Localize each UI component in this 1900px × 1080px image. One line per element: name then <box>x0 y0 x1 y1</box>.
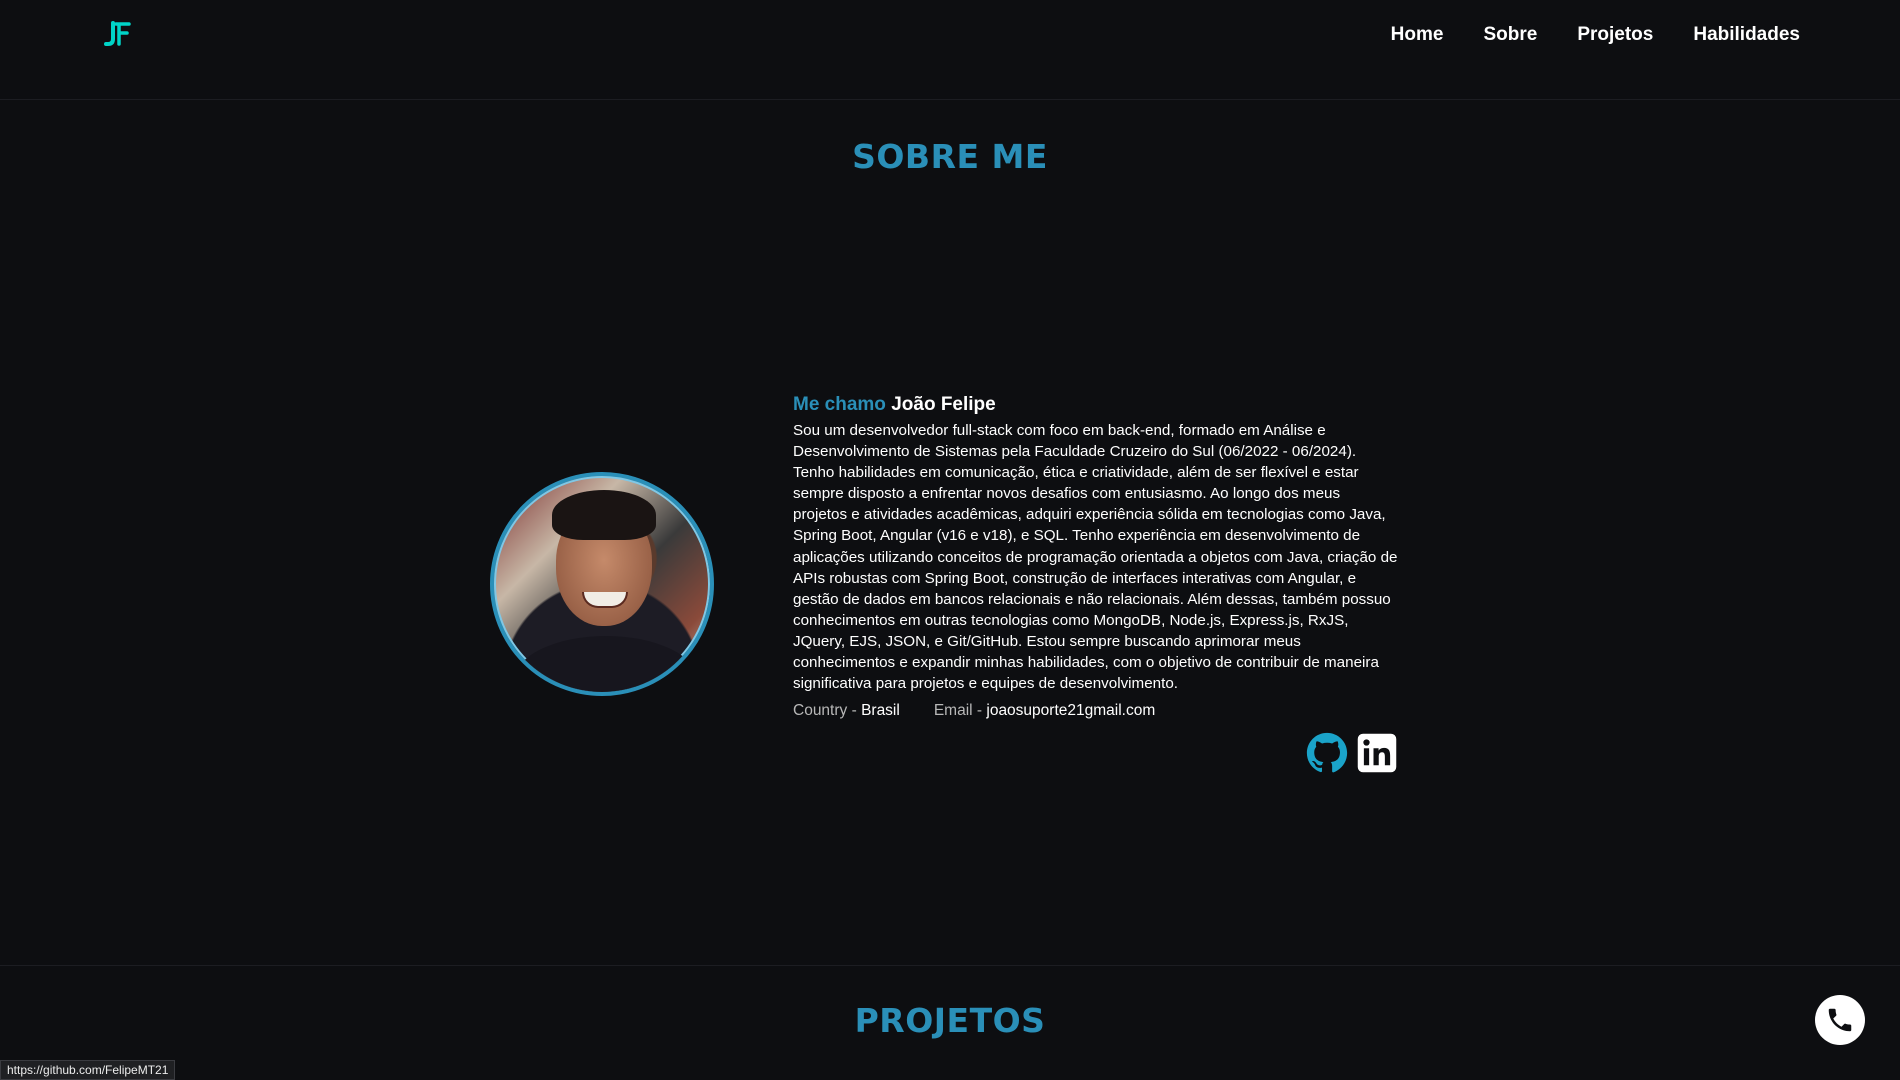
country-info: Country - Brasil <box>793 702 900 720</box>
linkedin-icon[interactable] <box>1356 732 1398 774</box>
country-value: Brasil <box>861 702 900 720</box>
nav-link-sobre[interactable]: Sobre <box>1483 24 1537 46</box>
nav-link-home[interactable]: Home <box>1391 24 1444 46</box>
section-title-projetos: PROJETOS <box>854 1001 1046 1040</box>
github-icon[interactable] <box>1306 732 1348 774</box>
whatsapp-icon[interactable] <box>1815 995 1865 1045</box>
page: Home Sobre Projetos Habilidades SOBRE ME… <box>0 0 1900 1080</box>
bio-meta: Country - Brasil Email - joaosuporte21gm… <box>793 702 1398 720</box>
avatar-hair <box>552 490 656 540</box>
nav-link-habilidades[interactable]: Habilidades <box>1693 24 1800 46</box>
status-bar-url: https://github.com/FelipeMT21 <box>0 1060 176 1080</box>
email-label: Email - <box>933 702 983 720</box>
bio-block: Me chamo João Felipe Sou um desenvolvedo… <box>793 394 1398 720</box>
section-title-sobre: SOBRE ME <box>852 137 1048 176</box>
social-links <box>1306 732 1398 774</box>
bio-heading-accent: Me chamo <box>793 394 886 415</box>
avatar-shirt <box>514 636 698 692</box>
nav-links: Home Sobre Projetos Habilidades <box>1391 24 1800 46</box>
bio-heading: Me chamo João Felipe <box>793 394 1398 416</box>
logo-icon[interactable] <box>104 20 132 48</box>
navbar: Home Sobre Projetos Habilidades <box>0 0 1900 100</box>
nav-link-projetos[interactable]: Projetos <box>1577 24 1653 46</box>
bio-text: Sou um desenvolvedor full-stack com foco… <box>793 422 1398 693</box>
section-divider <box>0 965 1900 966</box>
country-label: Country - <box>793 702 857 720</box>
email-info: Email - joaosuporte21gmail.com <box>934 702 1155 720</box>
email-value[interactable]: joaosuporte21gmail.com <box>986 702 1155 719</box>
bio-heading-name: João Felipe <box>891 394 996 415</box>
avatar <box>490 472 714 696</box>
